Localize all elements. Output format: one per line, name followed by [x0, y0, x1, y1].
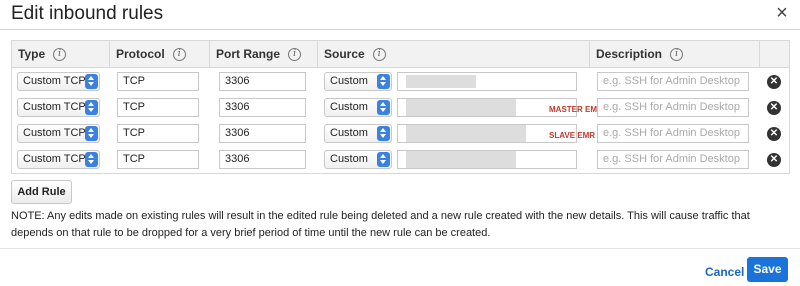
port-range-field[interactable]: 3306: [219, 98, 306, 117]
source-type-select[interactable]: Custom: [324, 72, 392, 91]
close-icon[interactable]: ×: [772, 2, 792, 24]
add-rule-button[interactable]: Add Rule: [11, 180, 72, 204]
info-icon[interactable]: i: [172, 48, 186, 62]
remove-rule-icon[interactable]: ✕: [767, 75, 781, 89]
header-description: Description i: [590, 41, 760, 67]
port-range-field[interactable]: 3306: [219, 124, 306, 143]
edit-warning-note: NOTE: Any edits made on existing rules w…: [11, 210, 750, 239]
source-type-value: Custom: [330, 101, 368, 113]
type-select-value: Custom TCP: [23, 75, 86, 87]
header-protocol-label: Protocol: [116, 47, 165, 61]
description-field[interactable]: e.g. SSH for Admin Desktop: [597, 150, 749, 169]
type-select-value: Custom TCP: [23, 153, 86, 165]
select-arrow-icon: [85, 74, 98, 89]
port-range-field[interactable]: 3306: [219, 72, 306, 91]
select-arrow-icon: [377, 126, 390, 141]
info-icon[interactable]: i: [670, 48, 684, 62]
port-range-field[interactable]: 3306: [219, 150, 306, 169]
table-row: Custom TCP TCP 3306 Custom SLAVE EMR Gro…: [12, 121, 789, 147]
source-type-value: Custom: [330, 127, 368, 139]
redacted-source: [406, 151, 516, 168]
info-icon[interactable]: i: [288, 48, 302, 62]
source-field[interactable]: [397, 72, 577, 91]
table-header: Type i Protocol i Port Range i Source i Desc…: [12, 41, 789, 68]
select-arrow-icon: [85, 100, 98, 115]
save-button[interactable]: Save: [747, 257, 788, 282]
description-field[interactable]: e.g. SSH for Admin Desktop: [597, 72, 749, 91]
remove-rule-icon[interactable]: ✕: [767, 153, 781, 167]
rules-table: Type i Protocol i Port Range i Source i Desc…: [11, 40, 790, 174]
cancel-button[interactable]: Cancel: [705, 265, 744, 279]
source-type-value: Custom: [330, 153, 368, 165]
protocol-field[interactable]: TCP: [117, 72, 199, 91]
header-port-range: Port Range i: [210, 41, 318, 67]
source-field[interactable]: [397, 150, 577, 169]
select-arrow-icon: [377, 100, 390, 115]
type-select[interactable]: Custom TCP: [17, 98, 100, 117]
type-select[interactable]: Custom TCP: [17, 124, 100, 143]
header-type: Type i: [12, 41, 110, 67]
type-select[interactable]: Custom TCP: [17, 72, 100, 91]
protocol-field[interactable]: TCP: [117, 124, 199, 143]
header-description-label: Description: [596, 47, 663, 61]
select-arrow-icon: [85, 152, 98, 167]
dialog-title: Edit inbound rules: [11, 3, 164, 24]
select-arrow-icon: [85, 126, 98, 141]
type-select[interactable]: Custom TCP: [17, 150, 100, 169]
protocol-field[interactable]: TCP: [117, 98, 199, 117]
source-type-select[interactable]: Custom: [324, 124, 392, 143]
redacted-source: [406, 75, 476, 88]
description-field[interactable]: e.g. SSH for Admin Desktop: [597, 124, 749, 143]
type-select-value: Custom TCP: [23, 127, 86, 139]
table-row: Custom TCP TCP 3306 Custom e.g. SSH for …: [12, 69, 789, 95]
footer-divider: [0, 248, 800, 249]
header-source: Source i: [318, 41, 590, 67]
remove-rule-icon[interactable]: ✕: [767, 127, 781, 141]
redacted-source: [406, 99, 516, 116]
protocol-field[interactable]: TCP: [117, 150, 199, 169]
redacted-source: [406, 125, 526, 142]
table-row: Custom TCP TCP 3306 Custom e.g. SSH for …: [12, 147, 789, 173]
source-type-select[interactable]: Custom: [324, 150, 392, 169]
header-type-label: Type: [18, 47, 46, 61]
header-port-range-label: Port Range: [216, 47, 281, 61]
select-arrow-icon: [377, 152, 390, 167]
info-icon[interactable]: i: [372, 48, 386, 62]
source-type-select[interactable]: Custom: [324, 98, 392, 117]
dialog-header: Edit inbound rules ×: [0, 0, 800, 30]
type-select-value: Custom TCP: [23, 101, 86, 113]
table-row: Custom TCP TCP 3306 Custom MASTER EMR Gr…: [12, 95, 789, 121]
header-protocol: Protocol i: [110, 41, 210, 67]
source-type-value: Custom: [330, 75, 368, 87]
info-icon[interactable]: i: [53, 48, 67, 62]
header-source-label: Source: [324, 47, 365, 61]
remove-rule-icon[interactable]: ✕: [767, 101, 781, 115]
description-field[interactable]: e.g. SSH for Admin Desktop: [597, 98, 749, 117]
select-arrow-icon: [377, 74, 390, 89]
